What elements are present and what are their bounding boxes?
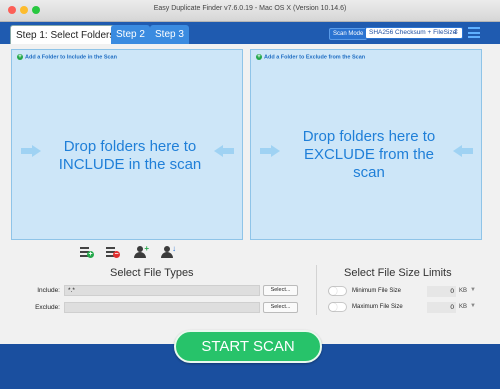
arrow-right-icon	[260, 145, 280, 157]
max-size-input[interactable]: 0	[427, 302, 456, 313]
include-drop-message: Drop folders here to INCLUDE in the scan	[58, 138, 202, 173]
min-unit-dropdown-icon[interactable]: ▼	[470, 287, 476, 293]
exclude-select-button[interactable]: Select...	[263, 302, 298, 313]
arrow-right-icon	[21, 145, 41, 157]
include-drop-zone[interactable]: + Add a Folder to Include in the Scan Dro…	[11, 49, 243, 240]
min-size-unit: KB	[459, 288, 468, 294]
file-types-title: Select File Types	[110, 267, 194, 279]
include-header-label: Add a Folder to Include in the Scan	[25, 54, 117, 61]
main-content: + Add a Folder to Include in the Scan Dro…	[0, 44, 500, 344]
title-bar: Easy Duplicate Finder v7.6.0.19 - Mac OS…	[0, 0, 500, 22]
add-circle-icon: +	[256, 54, 262, 60]
arrow-left-icon	[214, 145, 234, 157]
add-list-icon[interactable]: +	[80, 246, 94, 258]
include-select-button[interactable]: Select...	[263, 285, 298, 296]
tab-step-3[interactable]: Step 3	[150, 25, 189, 44]
include-label: Include:	[37, 287, 60, 294]
min-size-label: Minimum File Size	[352, 288, 402, 294]
exclude-drop-zone[interactable]: + Add a Folder to Exclude from the Scan D…	[250, 49, 482, 240]
max-size-unit: KB	[459, 304, 468, 310]
section-divider	[316, 265, 317, 315]
max-unit-dropdown-icon[interactable]: ▼	[470, 303, 476, 309]
remove-list-icon[interactable]: −	[106, 246, 120, 258]
add-include-folder-link[interactable]: + Add a Folder to Include in the Scan	[17, 54, 117, 60]
exclude-header-label: Add a Folder to Exclude from the Scan	[264, 54, 366, 61]
scan-mode-label: Scan Mode	[329, 28, 368, 40]
download-user-icon[interactable]: ↓	[161, 244, 176, 258]
arrow-left-icon	[453, 145, 473, 157]
min-size-toggle[interactable]	[328, 286, 347, 296]
exclude-types-input[interactable]	[64, 302, 260, 313]
start-scan-button[interactable]: START SCAN	[174, 330, 322, 363]
min-size-input[interactable]: 0	[427, 286, 456, 297]
scan-mode-value: SHA256 Checksum + FileSize	[369, 29, 457, 36]
max-size-label: Maximum File Size	[352, 304, 403, 310]
scan-mode-select[interactable]: SHA256 Checksum + FileSize ⇕	[365, 27, 463, 39]
size-limits-title: Select File Size Limits	[344, 267, 452, 279]
add-user-icon[interactable]: +	[134, 244, 149, 258]
exclude-drop-message: Drop folders here to EXCLUDE from the sc…	[302, 128, 436, 181]
max-size-toggle[interactable]	[328, 302, 347, 312]
tab-step-1[interactable]: Step 1: Select Folders	[10, 25, 121, 44]
select-arrows-icon: ⇕	[453, 29, 459, 36]
hamburger-menu-icon[interactable]	[468, 27, 480, 38]
add-circle-icon: +	[17, 54, 23, 60]
add-exclude-folder-link[interactable]: + Add a Folder to Exclude from the Scan	[256, 54, 365, 60]
exclude-label: Exclude:	[35, 304, 60, 311]
window-title: Easy Duplicate Finder v7.6.0.19 - Mac OS…	[153, 5, 347, 12]
include-types-input[interactable]: *.*	[64, 285, 260, 296]
tab-step-2[interactable]: Step 2	[111, 25, 150, 44]
